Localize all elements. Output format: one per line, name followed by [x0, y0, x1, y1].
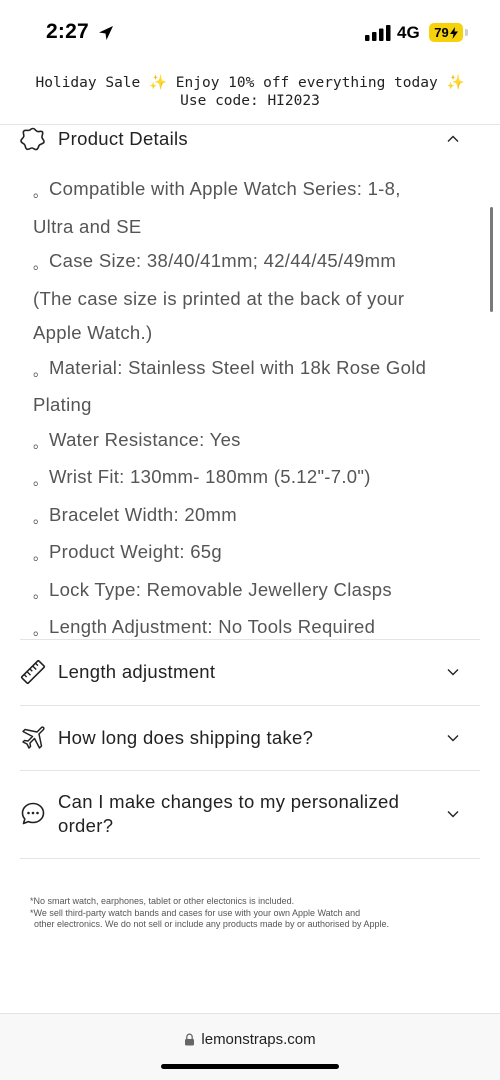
footnote-line: *We sell third-party watch bands and cas… — [30, 907, 361, 918]
detail-line: 。Case Size: 38/40/41mm; 42/44/45/49mm — [33, 244, 473, 282]
cellular-signal-icon — [365, 25, 391, 41]
badge-icon — [20, 127, 45, 151]
bullet: 。 — [33, 256, 48, 272]
bullet: 。 — [33, 584, 48, 601]
disclaimer-footnote: *No smart watch, earphones, tablet or ot… — [30, 896, 480, 931]
chevron-down-icon — [447, 811, 459, 818]
detail-line: 。Water Resistance: Yes — [33, 423, 473, 461]
status-bar: 2:27 4G 79 — [0, 0, 500, 64]
accordion-title: Can I make changes to my personalized or… — [58, 791, 400, 836]
divider — [20, 705, 480, 706]
accordion-personalized-order[interactable]: Can I make changes to my personalized or… — [20, 790, 480, 838]
chevron-down-icon — [447, 735, 459, 742]
bullet: 。 — [33, 472, 48, 488]
chat-bubble-icon — [21, 802, 45, 825]
announcement-line-1: Holiday Sale ✨ Enjoy 10% off everything … — [35, 75, 465, 91]
detail-line: (The case size is printed at the back of… — [33, 287, 405, 309]
bullet: 。 — [33, 434, 48, 451]
location-arrow-icon — [99, 26, 113, 40]
detail-line: 。Bracelet Width: 20mm — [33, 498, 473, 536]
detail-line: Plating — [33, 394, 92, 415]
url-text: lemonstraps.com — [201, 1031, 316, 1048]
accordion-title: Length adjustment — [58, 661, 216, 682]
status-time: 2:27 — [46, 20, 89, 43]
detail-line: 。Length Adjustment: No Tools Required — [33, 610, 473, 648]
detail-line: 。Compatible with Apple Watch Series: 1-8… — [33, 172, 473, 210]
accordion-product-details[interactable]: Product Details — [20, 126, 480, 152]
accordion-title: Product Details — [58, 128, 188, 149]
footnote-line: *No smart watch, earphones, tablet or ot… — [30, 896, 295, 906]
browser-url-bar[interactable]: lemonstraps.com — [0, 1013, 500, 1080]
detail-line: 。Lock Type: Removable Jewellery Clasps — [33, 573, 473, 611]
chevron-up-icon — [447, 135, 459, 142]
bullet: 。 — [33, 362, 48, 379]
product-details-content: 。Compatible with Apple Watch Series: 1-8… — [33, 172, 473, 648]
detail-line: Ultra and SE — [33, 215, 142, 237]
battery-level: 79 — [434, 25, 449, 40]
sparkle-icon: ✨ — [446, 75, 465, 91]
accordion-title: How long does shipping take? — [58, 727, 314, 748]
ruler-icon — [20, 659, 46, 685]
url-display[interactable]: lemonstraps.com — [0, 1031, 500, 1048]
detail-line: 。Product Weight: 65g — [33, 535, 473, 573]
bullet: 。 — [33, 622, 48, 638]
chevron-down-icon — [447, 669, 459, 676]
battery-indicator: 79 — [429, 23, 463, 42]
sparkle-icon: ✨ — [149, 75, 168, 91]
divider — [20, 858, 480, 859]
home-indicator[interactable] — [161, 1064, 339, 1069]
accordion-shipping[interactable]: How long does shipping take? — [20, 725, 480, 751]
detail-line: Apple Watch.) — [33, 322, 153, 343]
network-type: 4G — [397, 23, 420, 42]
battery-tip — [465, 29, 468, 36]
announcement-line-2: Use code: HI2023 — [180, 93, 320, 109]
footnote-line: other electronics. We do not sell or inc… — [34, 919, 390, 929]
lock-icon — [185, 1033, 195, 1046]
bullet: 。 — [33, 509, 48, 526]
charging-bolt-icon — [449, 26, 458, 39]
announcement-bar[interactable]: Holiday Sale ✨ Enjoy 10% off everything … — [0, 74, 500, 110]
header-divider — [0, 124, 500, 125]
scrollbar[interactable] — [490, 207, 493, 312]
airplane-icon — [22, 726, 45, 749]
bullet: 。 — [33, 547, 48, 563]
detail-line: 。Material: Stainless Steel with 18k Rose… — [33, 351, 473, 389]
divider — [20, 639, 480, 640]
accordion-length-adjustment[interactable]: Length adjustment — [20, 659, 480, 685]
bullet: 。 — [33, 184, 48, 200]
detail-line: 。Wrist Fit: 130mm- 180mm (5.12"-7.0") — [33, 460, 473, 498]
divider — [20, 770, 480, 771]
